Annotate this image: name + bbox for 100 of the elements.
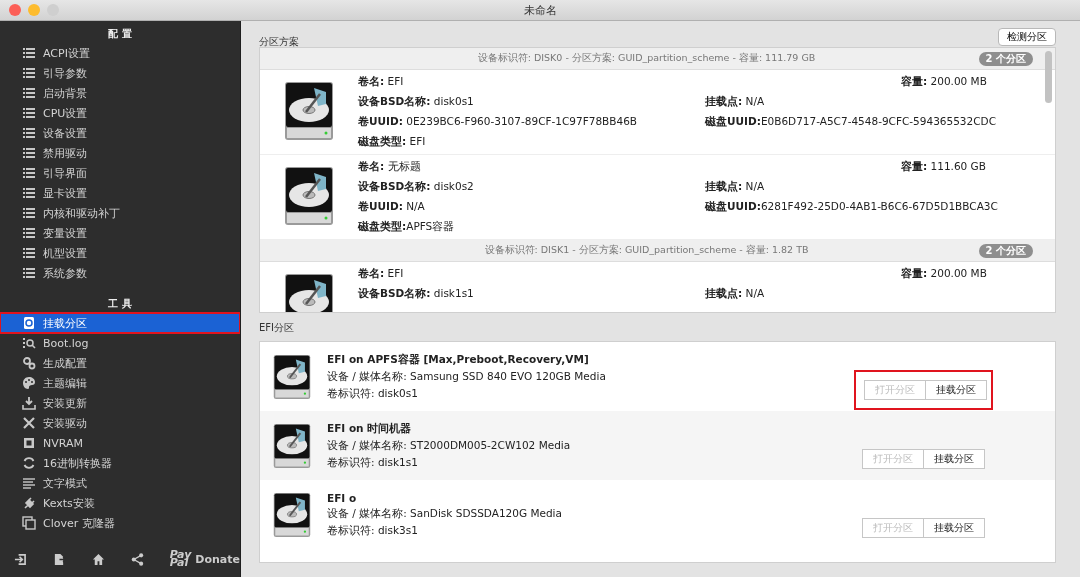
sidebar-item[interactable]: 安装更新 — [0, 393, 240, 413]
efi-title: EFI on 时间机器 — [327, 421, 413, 436]
scrollbar[interactable] — [1045, 51, 1052, 103]
download-icon — [22, 396, 36, 410]
hard-drive-icon — [273, 490, 311, 539]
sidebar-item[interactable]: 系统参数 — [0, 263, 240, 283]
section-heading: 配 置 — [108, 27, 132, 41]
list-icon — [22, 66, 36, 80]
chip-icon — [22, 436, 36, 450]
volume-identifier: 卷标识符: disk3s1 — [327, 523, 419, 538]
partition-button[interactable]: 挂载分区 — [924, 518, 985, 538]
list-icon — [22, 186, 36, 200]
section-label: EFI分区 — [259, 321, 296, 335]
capacity: 容量: 200.00 MB — [901, 267, 988, 281]
sidebar-item[interactable]: Clover 克隆器 — [0, 513, 240, 533]
mount-point: 挂载点: N/A — [705, 95, 766, 109]
sidebar-item[interactable]: 引导参数 — [0, 63, 240, 83]
volume-identifier: 卷标识符: disk0s1 — [327, 386, 419, 401]
disk-type: 磁盘类型:APFS容器 — [358, 220, 456, 234]
export-icon — [52, 551, 66, 567]
list-icon — [22, 246, 36, 260]
sidebar-item[interactable]: 引导界面 — [0, 163, 240, 183]
efi-title: EFI on APFS容器 [Max,Preboot,Recovery,VM] — [327, 352, 590, 367]
bsd-name: 设备BSD名称: disk0s2 — [358, 180, 475, 194]
list-icon — [22, 86, 36, 100]
list-icon — [22, 46, 36, 60]
sidebar-item[interactable]: ACPI设置 — [0, 43, 240, 63]
home-icon — [91, 551, 105, 567]
sidebar-item[interactable]: 安装驱动 — [0, 413, 240, 433]
close-button[interactable] — [9, 4, 21, 16]
sidebar-item[interactable]: 机型设置 — [0, 243, 240, 263]
text-icon — [22, 476, 36, 490]
partition-button[interactable]: 挂载分区 — [924, 449, 985, 469]
sidebar-item[interactable]: Boot.log — [0, 333, 240, 353]
list-icon — [22, 146, 36, 160]
partition-button[interactable]: 挂载分区 — [926, 380, 987, 400]
bsd-name: 设备BSD名称: disk1s1 — [358, 287, 475, 301]
mount-point: 挂载点: N/A — [705, 287, 766, 301]
sidebar-item[interactable]: NVRAM — [0, 433, 240, 453]
volume-name: 卷名: EFI — [358, 75, 405, 89]
sidebar-item[interactable]: 内核和驱动补丁 — [0, 203, 240, 223]
volume-uuid: 卷UUID: 0E239BC6-F960-3107-89CF-1C97F78BB46B — [358, 115, 639, 129]
volume-uuid: 卷UUID: N/A — [358, 200, 426, 214]
hard-drive-icon — [284, 165, 334, 227]
mount-point: 挂载点: N/A — [705, 180, 766, 194]
sidebar-item[interactable]: 启动背景 — [0, 83, 240, 103]
list-icon — [22, 126, 36, 140]
volume-identifier: 卷标识符: disk1s1 — [327, 455, 419, 470]
sidebar-item[interactable]: 生成配置 — [0, 353, 240, 373]
volume-name: 卷名: EFI — [358, 267, 405, 281]
donate-link[interactable]: Donate — [195, 552, 240, 566]
paypal-logo: Pay Pal — [169, 551, 192, 567]
sidebar-item[interactable]: 挂载分区 — [0, 313, 240, 333]
disk-header: 设备标识符: DISK0 - 分区方案: GUID_partition_scheme - 容量: 111.79 GB — [477, 52, 816, 65]
detect-button[interactable]: 检测分区 — [998, 28, 1056, 46]
palette-icon — [22, 376, 36, 390]
efi-title: EFI o — [327, 491, 358, 504]
capacity: 容量: 111.60 GB — [901, 160, 987, 174]
plug-icon — [22, 496, 36, 510]
list-icon — [22, 266, 36, 280]
sidebar-item[interactable]: 设备设置 — [0, 123, 240, 143]
sidebar-item[interactable]: CPU设置 — [0, 103, 240, 123]
section-label: 分区方案 — [259, 35, 299, 49]
list-icon — [22, 206, 36, 220]
document-search-icon — [22, 336, 36, 350]
list-icon — [22, 106, 36, 120]
section-heading: 工 具 — [108, 297, 132, 311]
window-title: 未命名 — [523, 2, 557, 18]
import-icon — [14, 551, 27, 567]
partition-count-badge: 2 个分区 — [978, 243, 1033, 258]
sidebar-item[interactable]: 禁用驱动 — [0, 143, 240, 163]
hard-drive-icon — [273, 352, 311, 401]
capacity: 容量: 200.00 MB — [901, 75, 988, 89]
sidebar-item[interactable]: 显卡设置 — [0, 183, 240, 203]
sidebar-item[interactable]: 16进制转换器 — [0, 453, 240, 473]
hard-drive-icon — [273, 421, 311, 470]
share-icon — [130, 551, 144, 567]
media-name: 设备 / 媒体名称: SanDisk SDSSDA120G Media — [327, 506, 563, 521]
disk-icon — [22, 316, 36, 330]
gears-icon — [22, 356, 36, 370]
disk-uuid: 磁盘UUID:6281F492-25D0-4AB1-B6C6-67D5D1BBCA3C — [705, 200, 999, 214]
hard-drive-icon — [284, 80, 334, 142]
disk-uuid: 磁盘UUID:E0B6D717-A5C7-4548-9CFC-594365532CDC — [705, 115, 997, 129]
minimize-button[interactable] — [28, 4, 40, 16]
refresh-icon — [22, 456, 36, 470]
disk-type: 磁盘类型: EFI — [358, 135, 427, 149]
sidebar-item[interactable]: Kexts安装 — [0, 493, 240, 513]
sidebar-item[interactable]: 变量设置 — [0, 223, 240, 243]
media-name: 设备 / 媒体名称: Samsung SSD 840 EVO 120GB Media — [327, 369, 607, 384]
bsd-name: 设备BSD名称: disk0s1 — [358, 95, 475, 109]
tools-icon — [22, 416, 36, 430]
list-icon — [22, 166, 36, 180]
sidebar-item[interactable]: 文字模式 — [0, 473, 240, 493]
media-name: 设备 / 媒体名称: ST2000DM005-2CW102 Media — [327, 438, 572, 453]
partition-count-badge: 2 个分区 — [978, 51, 1033, 66]
volume-name: 卷名: 无标题 — [358, 160, 422, 174]
sidebar-item[interactable]: 主题编辑 — [0, 373, 240, 393]
copy-icon — [22, 516, 36, 530]
list-icon — [22, 226, 36, 240]
disk-header: 设备标识符: DISK1 - 分区方案: GUID_partition_scheme - 容量: 1.82 TB — [484, 244, 809, 257]
